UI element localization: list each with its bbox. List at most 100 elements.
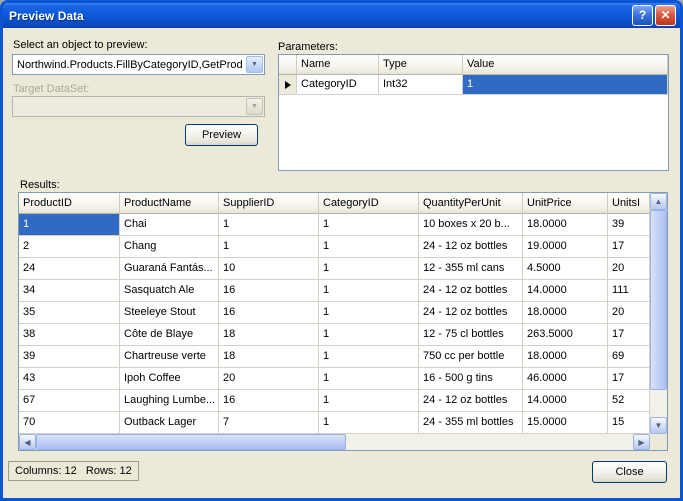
scroll-up-button[interactable]: ▲ (650, 193, 667, 210)
header-supplierid[interactable]: SupplierID (219, 193, 319, 214)
cell[interactable]: 39 (608, 214, 650, 236)
scroll-down-button[interactable]: ▼ (650, 417, 667, 434)
parameters-header-type[interactable]: Type (379, 55, 463, 75)
vertical-scrollbar[interactable]: ▲ ▼ (650, 193, 667, 434)
cell[interactable]: Sasquatch Ale (120, 280, 219, 302)
cell[interactable]: Chai (120, 214, 219, 236)
vertical-scroll-thumb[interactable] (650, 210, 667, 390)
parameter-value-cell[interactable]: 1 (463, 75, 668, 95)
cell[interactable]: 10 boxes x 20 b... (419, 214, 523, 236)
cell[interactable]: 1 (319, 412, 419, 434)
cell[interactable]: 18.0000 (523, 214, 608, 236)
cell[interactable]: 24 - 12 oz bottles (419, 280, 523, 302)
cell[interactable]: 1 (319, 368, 419, 390)
cell[interactable]: 18 (219, 324, 319, 346)
scroll-right-button[interactable]: ▶ (633, 434, 650, 450)
header-quantityperunit[interactable]: QuantityPerUnit (419, 193, 523, 214)
cell[interactable]: 20 (608, 302, 650, 324)
row-selector[interactable] (279, 75, 297, 95)
cell[interactable]: 15.0000 (523, 412, 608, 434)
cell[interactable]: 1 (19, 214, 120, 236)
cell[interactable]: Laughing Lumbe... (120, 390, 219, 412)
cell[interactable]: 1 (319, 214, 419, 236)
object-preview-combobox[interactable]: Northwind.Products.FillByCategoryID,GetP… (12, 54, 265, 75)
cell[interactable]: 12 - 355 ml cans (419, 258, 523, 280)
horizontal-scroll-thumb[interactable] (36, 434, 346, 450)
cell[interactable]: 70 (19, 412, 120, 434)
cell[interactable]: 10 (219, 258, 319, 280)
cell[interactable]: 67 (19, 390, 120, 412)
cell[interactable]: 16 (219, 302, 319, 324)
cell[interactable]: 24 - 12 oz bottles (419, 302, 523, 324)
cell[interactable]: 34 (19, 280, 120, 302)
cell[interactable]: 20 (219, 368, 319, 390)
cell[interactable]: 14.0000 (523, 280, 608, 302)
cell[interactable]: 1 (319, 346, 419, 368)
cell[interactable]: 1 (319, 258, 419, 280)
parameters-header-value[interactable]: Value (463, 55, 668, 75)
cell[interactable]: 16 - 500 g tins (419, 368, 523, 390)
cell[interactable]: 18 (219, 346, 319, 368)
cell[interactable]: 16 (219, 390, 319, 412)
cell[interactable]: 1 (319, 236, 419, 258)
cell[interactable]: 1 (319, 324, 419, 346)
cell[interactable]: 20 (608, 258, 650, 280)
cell[interactable]: 69 (608, 346, 650, 368)
cell[interactable]: 17 (608, 236, 650, 258)
close-dialog-button[interactable]: Close (592, 461, 667, 483)
cell[interactable]: 35 (19, 302, 120, 324)
cell[interactable]: 19.0000 (523, 236, 608, 258)
cell[interactable]: 18.0000 (523, 302, 608, 324)
cell[interactable]: 24 - 12 oz bottles (419, 236, 523, 258)
cell[interactable]: Outback Lager (120, 412, 219, 434)
cell[interactable]: 750 cc per bottle (419, 346, 523, 368)
header-productid[interactable]: ProductID (19, 193, 120, 214)
cell[interactable]: 2 (19, 236, 120, 258)
cell[interactable]: 24 (19, 258, 120, 280)
close-button[interactable]: ✕ (655, 5, 676, 26)
cell[interactable]: 52 (608, 390, 650, 412)
cell[interactable]: 38 (19, 324, 120, 346)
cell[interactable]: 1 (319, 280, 419, 302)
header-categoryid[interactable]: CategoryID (319, 193, 419, 214)
cell[interactable]: 111 (608, 280, 650, 302)
header-unitsinstock[interactable]: UnitsI (608, 193, 650, 214)
cell[interactable]: 1 (319, 390, 419, 412)
cell[interactable]: 24 - 12 oz bottles (419, 390, 523, 412)
cell[interactable]: 15 (608, 412, 650, 434)
table-row: 34 Sasquatch Ale 16 1 24 - 12 oz bottles… (19, 280, 650, 302)
parameter-name-cell[interactable]: CategoryID (297, 75, 379, 95)
cell[interactable]: 1 (319, 302, 419, 324)
header-productname[interactable]: ProductName (120, 193, 219, 214)
cell[interactable]: 12 - 75 cl bottles (419, 324, 523, 346)
cell[interactable]: Guaraná Fantás... (120, 258, 219, 280)
cell[interactable]: 43 (19, 368, 120, 390)
cell[interactable]: Côte de Blaye (120, 324, 219, 346)
header-unitprice[interactable]: UnitPrice (523, 193, 608, 214)
cell[interactable]: Chang (120, 236, 219, 258)
cell[interactable]: 46.0000 (523, 368, 608, 390)
title-bar[interactable]: Preview Data ? ✕ (3, 3, 680, 28)
chevron-down-icon[interactable]: ▼ (246, 56, 263, 73)
preview-button[interactable]: Preview (185, 124, 258, 146)
cell[interactable]: Ipoh Coffee (120, 368, 219, 390)
parameter-type-cell[interactable]: Int32 (379, 75, 463, 95)
cell[interactable]: 17 (608, 368, 650, 390)
cell[interactable]: 16 (219, 280, 319, 302)
cell[interactable]: 18.0000 (523, 346, 608, 368)
cell[interactable]: 1 (219, 236, 319, 258)
cell[interactable]: Steeleye Stout (120, 302, 219, 324)
cell[interactable]: 39 (19, 346, 120, 368)
cell[interactable]: 24 - 355 ml bottles (419, 412, 523, 434)
cell[interactable]: 1 (219, 214, 319, 236)
horizontal-scrollbar[interactable]: ◀ ▶ (19, 434, 650, 450)
cell[interactable]: 4.5000 (523, 258, 608, 280)
cell[interactable]: 7 (219, 412, 319, 434)
cell[interactable]: Chartreuse verte (120, 346, 219, 368)
scroll-left-button[interactable]: ◀ (19, 434, 36, 450)
parameters-header-name[interactable]: Name (297, 55, 379, 75)
help-button[interactable]: ? (632, 5, 653, 26)
cell[interactable]: 17 (608, 324, 650, 346)
cell[interactable]: 263.5000 (523, 324, 608, 346)
cell[interactable]: 14.0000 (523, 390, 608, 412)
